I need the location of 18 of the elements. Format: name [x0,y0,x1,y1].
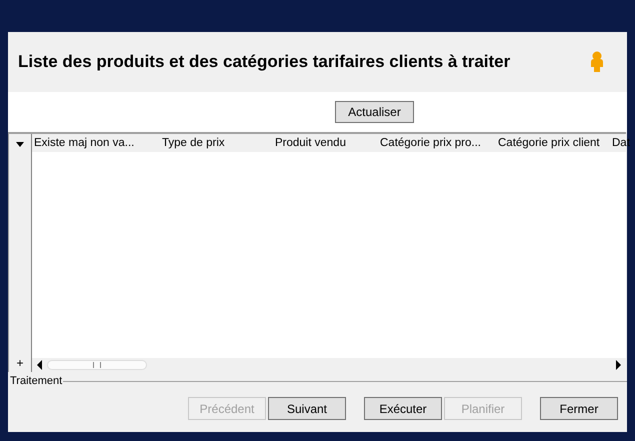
action-button[interactable]: Exécuter [364,397,442,420]
scroll-left-icon[interactable] [36,360,44,370]
add-row-button[interactable]: + [16,356,24,370]
action-button[interactable]: Suivant [268,397,346,420]
column-header[interactable]: Type de prix [160,137,273,149]
person-icon [589,51,605,73]
window-title: Liste des produits et des catégories tarifaires clients à traiter [18,52,510,72]
scroll-thumb[interactable] [47,360,147,370]
dropdown-arrow-icon[interactable] [16,142,24,147]
horizontal-scrollbar[interactable] [32,358,626,372]
section-label: Traitement [10,375,62,387]
column-header[interactable]: Catégorie prix pro... [378,137,496,149]
column-header[interactable]: Catégorie prix client [496,137,610,149]
column-header[interactable]: Existe maj non va... [32,137,160,149]
refresh-button[interactable]: Actualiser [335,101,414,123]
scroll-right-icon[interactable] [614,360,622,370]
action-button[interactable]: Fermer [540,397,618,420]
column-header[interactable]: Produit vendu [273,137,378,149]
